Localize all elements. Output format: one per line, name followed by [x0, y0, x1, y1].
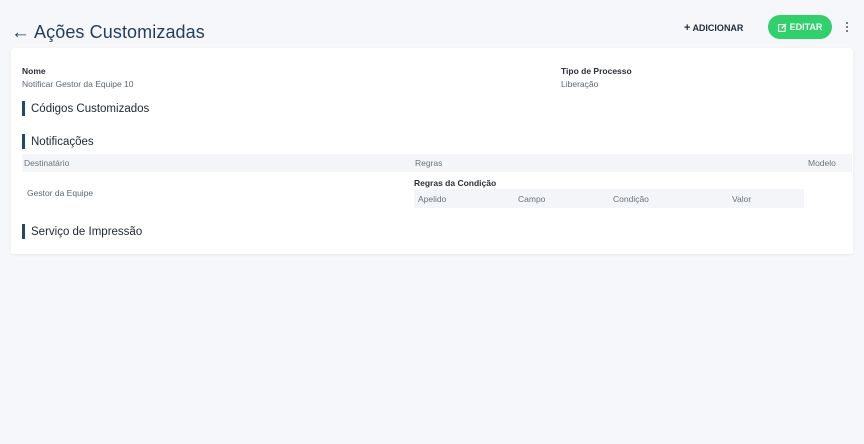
- section-bar: [22, 101, 25, 116]
- section-codigos-title: Códigos Customizados: [31, 102, 150, 115]
- arrow-left-icon[interactable]: ←: [11, 22, 30, 43]
- section-codigos-customizados: Códigos Customizados: [22, 101, 149, 116]
- tipo-processo-value: Liberação: [561, 79, 599, 89]
- details-card: Nome Notificar Gestor da Equipe 10 Tipo …: [11, 48, 853, 254]
- regras-condicao-table-header: Apelido Campo Condição Valor: [414, 189, 804, 208]
- column-destinatario: Destinatário: [24, 158, 70, 168]
- nome-label: Nome: [22, 66, 46, 76]
- section-notificacoes-title: Notificações: [31, 135, 94, 148]
- section-bar: [22, 224, 25, 239]
- regras-condicao-title: Regras da Condição: [414, 178, 497, 188]
- section-servico-impressao: Serviço de Impressão: [22, 224, 142, 239]
- section-servico-title: Serviço de Impressão: [31, 225, 143, 238]
- add-button[interactable]: + ADICIONAR: [684, 20, 743, 36]
- table-row-destinatario: Gestor da Equipe: [27, 188, 94, 198]
- edit-button-label: EDITAR: [789, 22, 823, 32]
- section-bar: [22, 134, 25, 149]
- tipo-processo-label: Tipo de Processo: [561, 66, 632, 76]
- nome-value: Notificar Gestor da Equipe 10: [22, 79, 134, 89]
- back-title-group[interactable]: ← Ações Customizadas: [11, 22, 205, 43]
- add-button-label: ADICIONAR: [692, 23, 744, 33]
- column-apelido: Apelido: [418, 194, 447, 204]
- column-regras: Regras: [415, 158, 443, 168]
- edit-icon: [777, 22, 787, 32]
- page-title: Ações Customizadas: [34, 22, 205, 42]
- column-valor: Valor: [732, 194, 752, 204]
- column-modelo: Modelo: [808, 158, 836, 168]
- section-notificacoes: Notificações: [22, 134, 94, 149]
- column-campo: Campo: [518, 194, 546, 204]
- edit-button[interactable]: EDITAR: [768, 15, 832, 39]
- more-vertical-icon[interactable]: [842, 18, 852, 36]
- page-header: ← Ações Customizadas + ADICIONAR EDITAR: [0, 0, 864, 48]
- notifications-table-header: Destinatário Regras Modelo: [22, 154, 852, 172]
- plus-icon: +: [684, 22, 691, 34]
- column-condicao: Condição: [613, 194, 649, 204]
